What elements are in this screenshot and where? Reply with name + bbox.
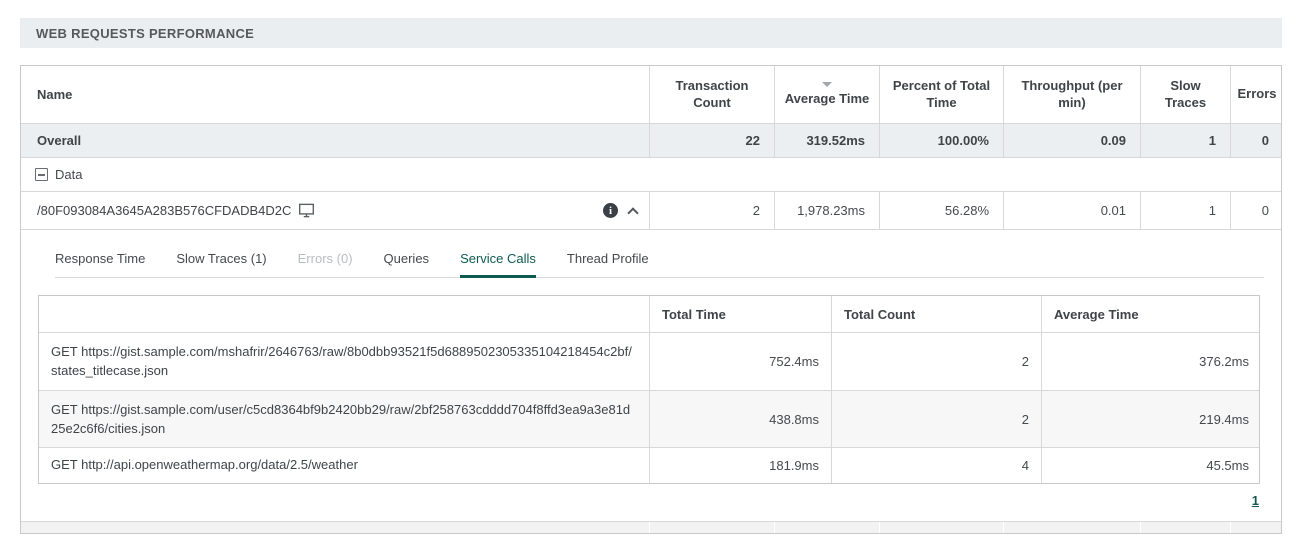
overall-errors: 0	[1230, 124, 1283, 157]
service-calls-header-row: Total Time Total Count Average Time	[39, 296, 1259, 332]
transaction-row[interactable]: /80F093084A3645A283B576CFDADB4D2C i 2 1,…	[21, 191, 1281, 229]
overall-throughput: 0.09	[1003, 124, 1140, 157]
service-calls-header-total-time: Total Time	[649, 296, 831, 332]
column-header-slow-traces[interactable]: Slow Traces	[1140, 66, 1230, 123]
service-calls-table: Total Time Total Count Average Time GET …	[38, 295, 1260, 484]
page-number-link[interactable]: 1	[1252, 493, 1259, 508]
transaction-detail-panel: Response Time Slow Traces (1) Errors (0)…	[21, 229, 1281, 521]
tab-queries[interactable]: Queries	[384, 251, 430, 278]
service-call-average-time: 376.2ms	[1041, 333, 1261, 390]
monitor-icon[interactable]	[298, 203, 315, 218]
tab-response-time[interactable]: Response Time	[55, 251, 145, 278]
overall-name: Overall	[21, 124, 649, 157]
percent-of-total-time-cell: 56.28%	[879, 192, 1003, 229]
column-header-transaction-count[interactable]: Transaction Count	[649, 66, 774, 123]
overall-transaction-count: 22	[649, 124, 774, 157]
overall-row: Overall 22 319.52ms 100.00% 0.09 1 0	[21, 123, 1281, 157]
column-header-percent-of-total-time[interactable]: Percent of Total Time	[879, 66, 1003, 123]
tab-slow-traces[interactable]: Slow Traces (1)	[176, 251, 266, 278]
service-call-name: GET https://gist.sample.com/user/c5cd836…	[39, 391, 649, 448]
section-header: WEB REQUESTS PERFORMANCE	[20, 18, 1282, 48]
group-label: Data	[55, 167, 82, 182]
throughput-cell: 0.01	[1003, 192, 1140, 229]
transaction-name: /80F093084A3645A283B576CFDADB4D2C	[37, 203, 291, 218]
column-header-average-time[interactable]: Average Time	[774, 66, 879, 123]
service-call-total-count: 2	[831, 391, 1041, 448]
column-header-name[interactable]: Name	[21, 66, 649, 123]
slow-traces-cell: 1	[1140, 192, 1230, 229]
transactions-table: Name Transaction Count Average Time Perc…	[20, 65, 1282, 534]
overall-slow-traces: 1	[1140, 124, 1230, 157]
section-title: WEB REQUESTS PERFORMANCE	[36, 26, 254, 41]
partial-next-row	[21, 521, 1281, 533]
service-call-total-time: 181.9ms	[649, 448, 831, 483]
service-call-row: GET http://api.openweathermap.org/data/2…	[39, 447, 1259, 483]
service-call-total-count: 2	[831, 333, 1041, 390]
service-calls-header-empty	[39, 296, 649, 332]
pagination: 1	[21, 484, 1281, 508]
service-call-name: GET http://api.openweathermap.org/data/2…	[39, 448, 649, 483]
table-header-row: Name Transaction Count Average Time Perc…	[21, 66, 1281, 123]
tab-errors: Errors (0)	[298, 251, 353, 278]
service-call-average-time: 219.4ms	[1041, 391, 1261, 448]
tab-thread-profile[interactable]: Thread Profile	[567, 251, 649, 278]
overall-average-time: 319.52ms	[774, 124, 879, 157]
web-requests-performance-section: WEB REQUESTS PERFORMANCE Name Transactio…	[0, 0, 1302, 534]
column-header-errors[interactable]: Errors	[1230, 66, 1283, 123]
errors-cell: 0	[1230, 192, 1283, 229]
column-header-throughput[interactable]: Throughput (per min)	[1003, 66, 1140, 123]
detail-tabs: Response Time Slow Traces (1) Errors (0)…	[55, 251, 1264, 278]
service-calls-header-average-time: Average Time	[1041, 296, 1261, 332]
info-icon[interactable]: i	[603, 203, 618, 218]
overall-percent-of-total-time: 100.00%	[879, 124, 1003, 157]
transaction-count-cell: 2	[649, 192, 774, 229]
chevron-up-icon[interactable]	[627, 207, 638, 218]
service-call-row: GET https://gist.sample.com/mshafrir/264…	[39, 332, 1259, 390]
sort-descending-icon	[822, 82, 832, 87]
group-row-data[interactable]: Data	[21, 157, 1281, 191]
collapse-toggle-icon[interactable]	[35, 168, 48, 181]
service-call-total-time: 438.8ms	[649, 391, 831, 448]
average-time-cell: 1,978.23ms	[774, 192, 879, 229]
tab-service-calls[interactable]: Service Calls	[460, 251, 536, 278]
service-call-name: GET https://gist.sample.com/mshafrir/264…	[39, 333, 649, 390]
service-call-row: GET https://gist.sample.com/user/c5cd836…	[39, 390, 1259, 448]
service-call-total-count: 4	[831, 448, 1041, 483]
service-call-total-time: 752.4ms	[649, 333, 831, 390]
transaction-name-cell[interactable]: /80F093084A3645A283B576CFDADB4D2C i	[21, 192, 649, 229]
service-calls-header-total-count: Total Count	[831, 296, 1041, 332]
service-call-average-time: 45.5ms	[1041, 448, 1261, 483]
